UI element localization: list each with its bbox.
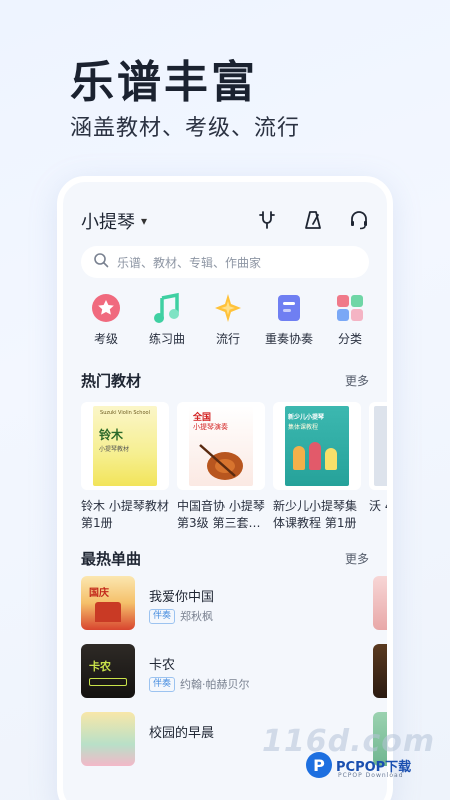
- accompaniment-badge: 伴奏: [149, 676, 176, 692]
- category-exam[interactable]: 考级: [77, 292, 135, 347]
- section-title: 最热单曲: [81, 550, 142, 568]
- cover-subtitle: 集体课教程: [288, 424, 319, 431]
- category-label: 考级: [93, 332, 118, 346]
- book-cover: Suzuki Violin School 铃木 小提琴教材: [81, 402, 169, 490]
- music-note-icon: [154, 292, 179, 323]
- hot-books-header: 热门教材 更多: [81, 370, 369, 390]
- cover-top-text: Suzuki Violin School: [100, 410, 150, 416]
- thumbnail-text: 国庆: [89, 588, 109, 599]
- category-etude[interactable]: 练习曲: [138, 292, 196, 347]
- song-thumbnail: 国庆: [81, 576, 135, 630]
- book-name: 沃 45: [369, 499, 393, 513]
- next-card-peek: [373, 644, 387, 698]
- book-card[interactable]: 全国 小提琴演奏 中国音协 小提琴第3级 第三套…: [177, 402, 265, 532]
- thumbnail-text: 卡农: [89, 660, 111, 673]
- song-thumbnail: [81, 712, 135, 766]
- song-artist: 约翰·帕赫贝尔: [180, 678, 250, 691]
- book-cover: 全国 小提琴演奏: [177, 402, 265, 490]
- chevron-down-icon: ▾: [141, 214, 148, 228]
- book-card[interactable]: 沃 45: [369, 402, 393, 532]
- category-label: 练习曲: [148, 332, 185, 346]
- book-card[interactable]: Suzuki Violin School 铃木 小提琴教材 铃木 小提琴教材 第…: [81, 402, 169, 532]
- song-title: 校园的早晨: [149, 726, 215, 741]
- instrument-selector[interactable]: 小提琴 ▾: [81, 208, 147, 234]
- section-title: 热门教材: [81, 372, 142, 390]
- category-ensemble[interactable]: 重奏协奏: [260, 292, 318, 347]
- document-icon: [278, 295, 300, 321]
- category-label: 重奏协奏: [264, 332, 313, 346]
- song-title: 卡农: [149, 658, 176, 673]
- accompaniment-badge: 伴奏: [149, 608, 176, 624]
- instrument-label: 小提琴: [81, 212, 135, 233]
- cover-title: 铃木: [99, 428, 124, 442]
- brand-logo: P PCPOP下载 PCPOP Download: [306, 752, 411, 779]
- search-bar[interactable]: 乐谱、教材、专辑、作曲家: [81, 246, 369, 278]
- tuning-fork-icon[interactable]: [257, 210, 277, 230]
- category-classify[interactable]: 分类: [321, 292, 379, 347]
- book-name: 铃木 小提琴教材 第1册: [81, 499, 169, 530]
- book-name: 中国音协 小提琴第3级 第三套…: [177, 499, 265, 530]
- book-name: 新少儿小提琴集体课教程 第1册: [273, 499, 358, 530]
- song-title: 我爱你中国: [149, 590, 215, 605]
- hot-books-list: Suzuki Violin School 铃木 小提琴教材 铃木 小提琴教材 第…: [81, 402, 393, 532]
- song-artist: 郑秋枫: [180, 610, 214, 623]
- book-cover: 新少儿小提琴 集体课教程: [273, 402, 361, 490]
- hot-songs-header: 最热单曲 更多: [81, 548, 369, 568]
- song-item[interactable]: 国庆 我爱你中国 伴奏 郑秋枫: [81, 576, 387, 630]
- more-link[interactable]: 更多: [345, 372, 369, 389]
- book-cover: [369, 402, 387, 490]
- top-bar: 小提琴 ▾: [81, 208, 369, 234]
- grid-icon: [337, 295, 363, 321]
- search-input[interactable]: 乐谱、教材、专辑、作曲家: [117, 254, 261, 271]
- cover-subtitle: 小提琴演奏: [193, 423, 228, 431]
- category-label: 分类: [337, 332, 362, 346]
- brand-logo-icon: P: [306, 752, 332, 778]
- more-link[interactable]: 更多: [345, 550, 369, 567]
- book-card[interactable]: 新少儿小提琴 集体课教程 新少儿小提琴集体课教程 第1册: [273, 402, 361, 532]
- metronome-icon[interactable]: [303, 210, 323, 230]
- cover-title: 新少儿小提琴: [288, 414, 325, 421]
- headset-icon[interactable]: [349, 210, 369, 230]
- sparkle-icon: [215, 294, 241, 322]
- brand-logo-subtext: PCPOP Download: [338, 772, 404, 779]
- promo-title: 乐谱丰富: [70, 57, 258, 108]
- search-icon: [93, 252, 109, 272]
- category-row: 考级 练习曲 流行 重奏协奏 分类: [77, 292, 379, 347]
- category-pop[interactable]: 流行: [199, 292, 257, 347]
- promo-subtitle: 涵盖教材、考级、流行: [70, 116, 301, 141]
- song-thumbnail: 卡农: [81, 644, 135, 698]
- next-card-peek: [373, 576, 387, 630]
- violin-illustration: [199, 444, 243, 480]
- category-label: 流行: [215, 332, 240, 346]
- cover-subtitle: 小提琴教材: [99, 446, 130, 453]
- phone-mockup: 小提琴 ▾ 乐谱、教材、专辑、作曲家 考级 练习曲 流行 重奏协奏 分类 热门教…: [57, 176, 393, 800]
- star-badge-icon: [92, 294, 120, 322]
- song-item[interactable]: 卡农 卡农 伴奏 约翰·帕赫贝尔: [81, 644, 387, 698]
